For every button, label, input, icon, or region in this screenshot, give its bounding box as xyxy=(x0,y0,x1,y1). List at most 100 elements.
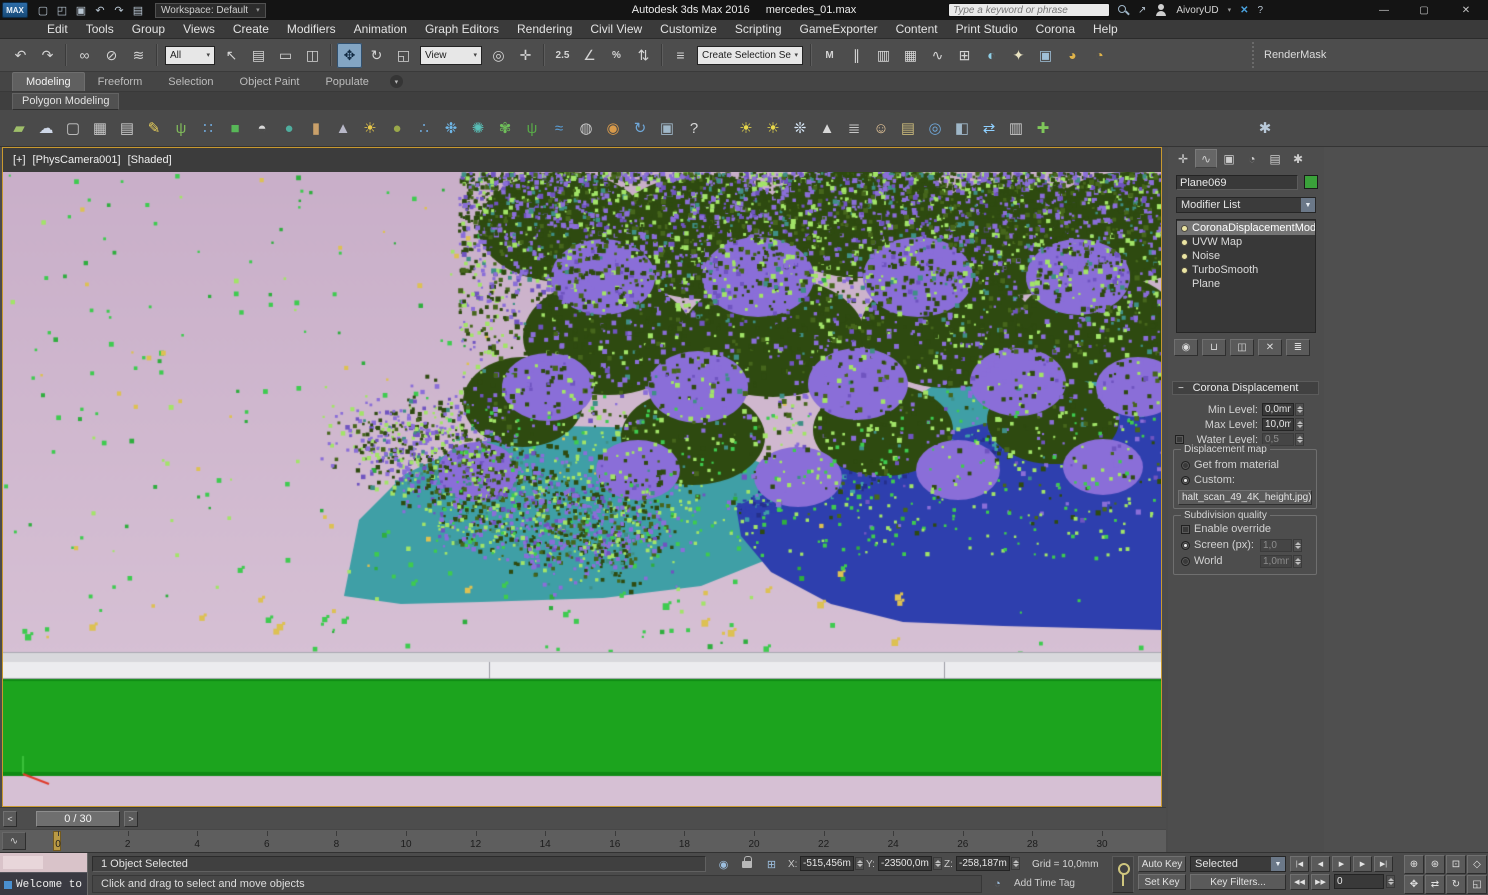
min-level-field[interactable] xyxy=(1262,403,1294,416)
help-tool-icon[interactable]: ? xyxy=(681,113,707,143)
world-radio[interactable] xyxy=(1181,557,1190,566)
menu-item-create[interactable]: Create xyxy=(224,22,278,36)
z-spinner[interactable] xyxy=(1011,857,1020,870)
water-level-checkbox[interactable] xyxy=(1175,435,1184,444)
material-editor-icon[interactable]: ◐ xyxy=(979,43,1004,68)
modifier-turbosmooth[interactable]: TurboSmooth xyxy=(1177,263,1315,277)
screen-px-field[interactable] xyxy=(1260,539,1292,552)
snowflake-icon[interactable]: ❊ xyxy=(787,113,813,143)
menu-item-help[interactable]: Help xyxy=(1084,22,1127,36)
stack-icon[interactable]: ▥ xyxy=(1003,113,1029,143)
zoom-extents-icon[interactable]: ⊡ xyxy=(1446,855,1466,874)
edit-named-selection-sets-icon[interactable]: ≡ xyxy=(668,43,693,68)
sphere-primitive-icon[interactable]: ● xyxy=(276,113,302,143)
monitor-icon[interactable]: ▣ xyxy=(654,113,680,143)
comb-tool-icon[interactable]: ψ xyxy=(168,113,194,143)
ribbon-tab-populate[interactable]: Populate xyxy=(312,73,381,91)
ribbon-toggle-icon[interactable]: ▦ xyxy=(898,43,923,68)
play-animation-button[interactable]: ▶ xyxy=(1332,856,1351,872)
barrel-primitive-icon[interactable]: ▮ xyxy=(303,113,329,143)
redo-icon[interactable]: ↷ xyxy=(110,2,128,18)
walk-through-icon[interactable]: ⇄ xyxy=(1425,875,1445,894)
custom-map-button[interactable]: halt_scan_49_4K_height.jpg) xyxy=(1178,490,1312,505)
viewport-general-menu[interactable]: [+] xyxy=(13,154,26,166)
render-iterative-icon[interactable]: ◔ xyxy=(1087,43,1112,68)
viewport-canvas[interactable] xyxy=(3,172,1161,806)
panel-tool-icon[interactable]: ▢ xyxy=(60,113,86,143)
menu-item-views[interactable]: Views xyxy=(174,22,224,36)
menu-item-modifiers[interactable]: Modifiers xyxy=(278,22,345,36)
menu-item-content[interactable]: Content xyxy=(887,22,947,36)
minimize-button[interactable]: — xyxy=(1364,0,1404,20)
help-icon[interactable]: ? xyxy=(1258,5,1264,16)
sun-icon[interactable]: ☀ xyxy=(357,113,383,143)
mountain-icon[interactable]: ▲ xyxy=(814,113,840,143)
y-spinner[interactable] xyxy=(933,857,942,870)
rendered-frame-window-icon[interactable]: ▣ xyxy=(1033,43,1058,68)
chevron-down-icon[interactable]: ▾ xyxy=(1228,6,1232,14)
menu-item-civil-view[interactable]: Civil View xyxy=(581,22,651,36)
snaps-toggle-icon[interactable]: 2.5 xyxy=(550,43,575,68)
set-keys-button[interactable] xyxy=(1112,856,1134,893)
zoom-icon[interactable]: ⊕ xyxy=(1404,855,1424,874)
modify-tab[interactable]: ∿ xyxy=(1195,149,1217,168)
gear-icon[interactable]: ✱ xyxy=(1252,113,1278,143)
use-pivot-point-center-icon[interactable]: ◎ xyxy=(486,43,511,68)
undo-icon[interactable]: ↶ xyxy=(91,2,109,18)
max-level-field[interactable] xyxy=(1262,418,1294,431)
previous-key-button[interactable]: ◀◀ xyxy=(1290,874,1309,890)
visibility-bulb-icon[interactable] xyxy=(1181,253,1188,260)
starburst-icon[interactable]: ✺ xyxy=(465,113,491,143)
lightbulb2-icon[interactable]: ☀ xyxy=(760,113,786,143)
undo-icon[interactable]: ↶ xyxy=(8,43,33,68)
modifier-list-dropdown[interactable]: Modifier List ▼ xyxy=(1176,197,1316,213)
ribbon-minimize-icon[interactable]: ▾ xyxy=(390,75,403,88)
mirror-icon[interactable]: M xyxy=(817,43,842,68)
unlink-selection-icon[interactable]: ⊘ xyxy=(99,43,124,68)
book-icon[interactable]: ▤ xyxy=(895,113,921,143)
spray-tool-icon[interactable]: ∷ xyxy=(195,113,221,143)
ribbon-tab-object-paint[interactable]: Object Paint xyxy=(227,73,313,91)
rollout-corona-displacement[interactable]: − Corona Displacement xyxy=(1172,381,1319,395)
rectangular-selection-region-icon[interactable]: ▭ xyxy=(273,43,298,68)
selection-filter-dropdown[interactable]: All▾ xyxy=(165,46,215,65)
object-name-input[interactable] xyxy=(1176,175,1298,190)
pan-icon[interactable]: ✥ xyxy=(1404,875,1424,894)
viewport-camera-label[interactable]: [PhysCamera001] xyxy=(33,154,121,166)
time-slider[interactable]: 0 / 30 xyxy=(36,811,120,827)
menu-item-corona[interactable]: Corona xyxy=(1027,22,1084,36)
field-of-view-icon[interactable]: ◇ xyxy=(1467,855,1487,874)
redo-icon[interactable]: ↷ xyxy=(35,43,60,68)
align-icon[interactable]: ∥ xyxy=(844,43,869,68)
percent-snap-icon[interactable]: % xyxy=(604,43,629,68)
world-field[interactable] xyxy=(1260,555,1292,568)
community-x-icon[interactable]: ✕ xyxy=(1240,5,1248,16)
menu-item-rendering[interactable]: Rendering xyxy=(508,22,581,36)
max-level-spinner[interactable] xyxy=(1295,418,1304,431)
window-crossing-toggle-icon[interactable]: ◫ xyxy=(300,43,325,68)
ring-icon[interactable]: ◍ xyxy=(573,113,599,143)
orbit-icon[interactable]: ↻ xyxy=(1446,875,1466,894)
time-slider-previous-arrow[interactable]: < xyxy=(3,811,17,827)
app-menu-button[interactable]: MAX xyxy=(2,2,28,18)
ribbon-tab-selection[interactable]: Selection xyxy=(155,73,226,91)
grass-icon[interactable]: ψ xyxy=(519,113,545,143)
selection-set-dropdown[interactable]: Selected ▼ xyxy=(1190,856,1286,872)
frame-spinner[interactable] xyxy=(1386,875,1395,888)
tab-polygon-modeling[interactable]: Polygon Modeling xyxy=(12,93,119,110)
zoom-all-icon[interactable]: ⊛ xyxy=(1425,855,1445,874)
open-file-icon[interactable]: ◰ xyxy=(53,2,71,18)
maximize-button[interactable]: ▢ xyxy=(1404,0,1444,20)
grid-tool-icon[interactable]: ▦ xyxy=(87,113,113,143)
compass-icon[interactable]: ◉ xyxy=(600,113,626,143)
droplet-icon[interactable]: ❉ xyxy=(438,113,464,143)
x-spinner[interactable] xyxy=(855,857,864,870)
render-production-icon[interactable]: ◕ xyxy=(1060,43,1085,68)
polygon-tool-icon[interactable]: ▰ xyxy=(6,113,32,143)
create-tab[interactable]: ✛ xyxy=(1172,149,1194,168)
new-scene-icon[interactable]: ▢ xyxy=(34,2,52,18)
y-coordinate-field[interactable] xyxy=(878,856,932,871)
select-and-scale-icon[interactable]: ◱ xyxy=(391,43,416,68)
utilities-tab[interactable]: ✱ xyxy=(1287,149,1309,168)
time-slider-next-arrow[interactable]: > xyxy=(124,811,138,827)
